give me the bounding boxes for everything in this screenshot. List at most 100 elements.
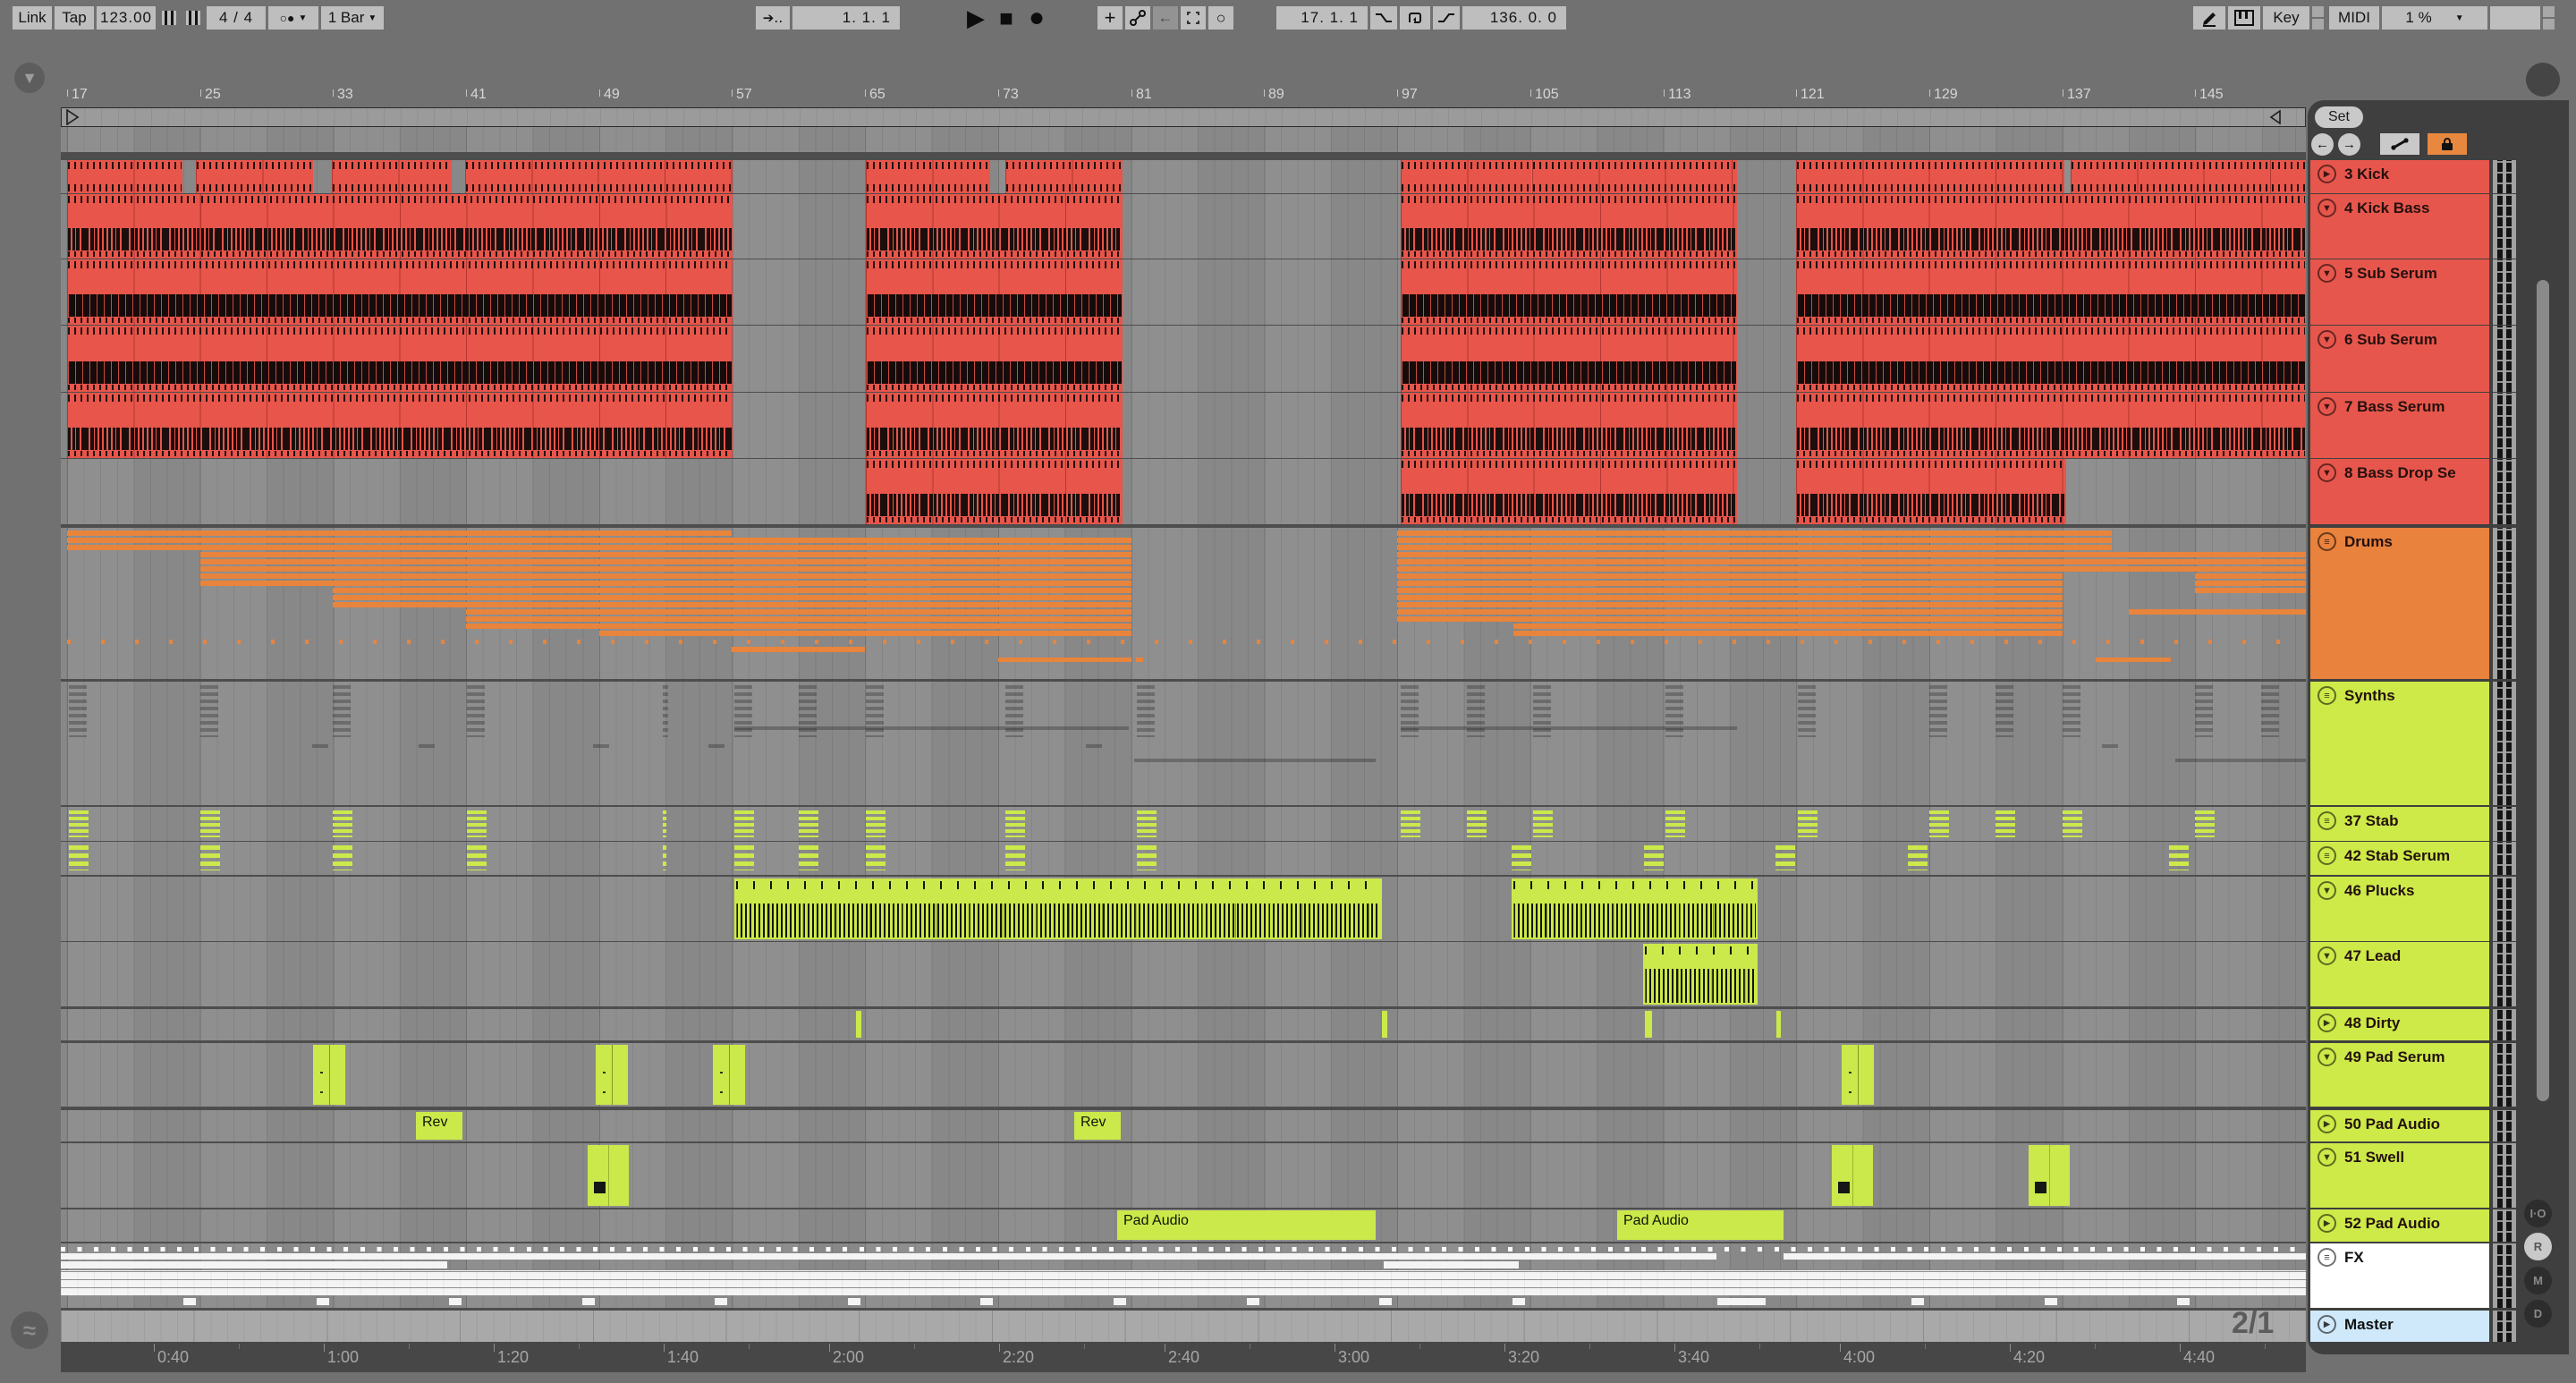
clip-kick[interactable] [332,160,452,193]
clip-sdash[interactable] [2195,685,2213,737]
group-icon[interactable]: ≡ [2318,1248,2336,1267]
bar-number[interactable]: 49 [604,87,620,103]
clip-redbar[interactable] [1796,393,2306,458]
clip-fxsq[interactable] [1513,1298,1525,1305]
scrub-area[interactable] [61,107,2306,127]
clip-sline[interactable] [2102,744,2118,748]
fold-icon[interactable]: ▼ [2318,199,2336,217]
clip-redbar[interactable] [1401,459,1737,524]
clip-sdash[interactable] [333,685,351,737]
fold-icon[interactable]: ▼ [2318,264,2336,283]
clip-ds[interactable] [67,530,732,536]
clip-fxd[interactable] [61,1247,2306,1251]
mixer-section-toggle-delay[interactable]: D [2524,1300,2552,1328]
clip-s3[interactable] [734,845,754,870]
clip-mini[interactable] [856,1011,861,1038]
clip-rev[interactable]: Rev [1074,1112,1121,1140]
clip-redbar[interactable] [200,194,733,259]
fold-icon[interactable]: ▼ [2318,330,2336,349]
clip-sline[interactable] [593,744,609,748]
track-header-fx[interactable]: ≡ FX [2310,1243,2489,1308]
track-lane[interactable] [61,942,2306,1006]
clip-fxsq[interactable] [1114,1298,1126,1305]
clip-ds[interactable] [333,602,1131,607]
clip-redblk[interactable] [1796,326,2306,392]
draw-mode-button[interactable] [2193,6,2225,30]
clip-ds[interactable] [67,545,1131,550]
track-header-synths[interactable]: ≡ Synths [2310,682,2489,805]
clip-ds[interactable] [1397,602,2063,607]
clip-s5[interactable] [1005,810,1025,837]
clip-kick[interactable] [1796,160,2064,193]
clip-kick[interactable] [67,160,182,193]
clip-redbar[interactable] [1796,459,2066,524]
bar-number[interactable]: 97 [1402,87,1418,103]
bar-number[interactable]: 145 [2199,87,2224,103]
arrangement-position-field[interactable]: 1. 1. 1 [792,6,900,30]
clip-redblk[interactable] [1796,259,2306,325]
track-header-37-stab[interactable]: ≡ 37 Stab [2310,807,2489,841]
quantize-menu[interactable]: 1 Bar ▼ [321,6,384,30]
cpu-meter[interactable]: 1 % ▼ [2382,6,2487,30]
clip-ds[interactable] [1397,609,2063,615]
play-button[interactable]: ▶ [962,4,990,32]
clip-s5[interactable] [799,810,818,837]
forward-locator-button[interactable]: → [2338,133,2360,156]
clip-s3[interactable] [663,845,666,870]
bar-number[interactable]: 57 [736,87,752,103]
clip-ds[interactable] [1397,595,2063,600]
track-header-master[interactable]: ▶ Master [2310,1311,2489,1342]
track-header-50-pad-audio[interactable]: ▶ 50 Pad Audio [2310,1110,2489,1141]
group-icon[interactable]: ≡ [2318,811,2336,830]
clip-sdash[interactable] [1798,685,1816,737]
clip-ds[interactable] [200,552,1131,557]
arrangement-overview-toggle[interactable] [2526,63,2560,97]
clip-ds[interactable] [1136,658,1143,662]
clip-fxsq[interactable] [1717,1298,1766,1305]
clip-sline[interactable] [312,744,328,748]
clip-s3[interactable] [69,845,89,870]
clip-sdash[interactable] [1929,685,1947,737]
clip-fxsq[interactable] [715,1298,727,1305]
clip-s3[interactable] [333,845,352,870]
clip-s5[interactable] [2063,810,2082,837]
record-button[interactable]: ● [1022,3,1051,32]
clip-ds[interactable] [1397,616,2063,622]
clip-ds[interactable] [1397,552,2112,557]
clip-s5[interactable] [1798,810,1818,837]
clip-pad[interactable] [713,1045,745,1105]
key-map-mini-toggle[interactable] [2312,6,2324,30]
tap-tempo-button[interactable]: Tap [55,6,94,30]
track-header-51-swell[interactable]: ▼ 51 Swell [2310,1143,2489,1208]
clip-redblk[interactable] [866,326,1123,392]
clip-fxs[interactable] [61,1261,447,1268]
clip-mini[interactable] [1645,1011,1652,1038]
bar-number[interactable]: 105 [1535,87,1559,103]
clip-swell[interactable] [588,1145,629,1206]
bar-number[interactable]: 81 [1136,87,1152,103]
overdub-button[interactable]: + [1097,6,1123,30]
clip-kick[interactable] [1005,160,1123,193]
clip-ds[interactable] [2195,581,2306,586]
clip-ds[interactable] [2195,588,2306,593]
clip-s5[interactable] [1929,810,1949,837]
clip-ds[interactable] [1397,573,2063,579]
group-icon[interactable]: ≡ [2318,846,2336,865]
clip-s3[interactable] [200,845,220,870]
clip-ds[interactable] [2195,573,2306,579]
time-ruler[interactable]: 0:40 1:00 1:20 1:40 2:00 2:20 2:40 3:00 3:20 3:40… [61,1342,2306,1372]
clip-s5[interactable] [2195,810,2215,837]
vertical-scrollbar[interactable] [2537,280,2549,1101]
clip-sline[interactable] [708,744,724,748]
clip-sline[interactable] [734,726,1129,730]
clip-redblk[interactable] [67,259,733,325]
clip-ds[interactable] [1513,624,2063,629]
fold-icon[interactable]: ▼ [2318,1048,2336,1066]
clip-s5[interactable] [1467,810,1487,837]
clip-redbar[interactable] [67,393,733,458]
clip-redbar[interactable] [866,393,1123,458]
bar-number[interactable]: 137 [2067,87,2091,103]
back-locator-button[interactable]: ← [2311,133,2334,156]
clip-fxsq[interactable] [848,1298,860,1305]
clip-plucks[interactable] [1643,944,1758,1005]
